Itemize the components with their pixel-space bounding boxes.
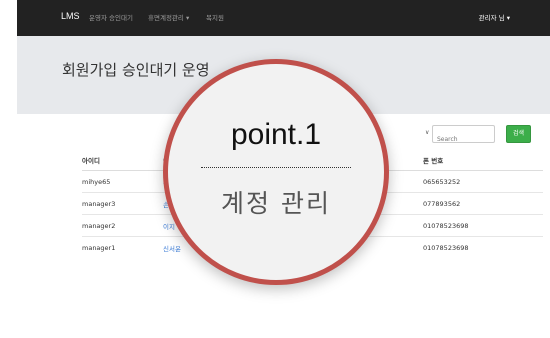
- column-header-phone: 폰 번호: [423, 150, 543, 171]
- dotted-divider: [201, 167, 351, 168]
- brand-logo[interactable]: LMS: [61, 11, 80, 21]
- feature-callout-circle: point.1 계정 관리: [163, 59, 389, 285]
- nav-item-pending-approval[interactable]: 운영자 승인대기: [89, 12, 133, 22]
- search-input[interactable]: [437, 132, 492, 147]
- top-navbar: LMS 운영자 승인대기 휴면계정관리 ▾ 복지원 관리자 님 ▾: [17, 0, 550, 36]
- point-label: point.1: [230, 118, 322, 151]
- page-title: 회원가입 승인대기 운영: [62, 61, 210, 79]
- cell-phone: 065653252: [423, 170, 543, 193]
- search-button[interactable]: 검색: [506, 125, 531, 143]
- feature-label: 계정 관리: [221, 189, 331, 218]
- cell-id: manager2: [82, 214, 163, 237]
- search-field[interactable]: [432, 125, 495, 147]
- nav-item-dormant-accounts[interactable]: 휴면계정관리 ▾: [148, 12, 189, 22]
- user-menu[interactable]: 관리자 님 ▾: [479, 12, 510, 22]
- cell-id: manager3: [82, 192, 163, 215]
- column-header-id: 아이디: [82, 150, 163, 171]
- cell-phone: 01078523698: [423, 214, 543, 237]
- chevron-down-icon[interactable]: ∨: [425, 129, 429, 136]
- nav-item-welfare[interactable]: 복지원: [206, 12, 224, 22]
- cell-phone: 01078523698: [423, 236, 543, 258]
- cell-id: manager1: [82, 236, 163, 258]
- cell-id: mihye65: [82, 170, 163, 193]
- cell-phone: 077893562: [423, 192, 543, 215]
